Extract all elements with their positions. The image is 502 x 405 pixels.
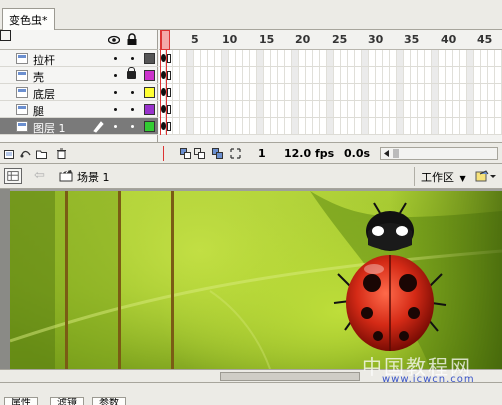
center-frame-marker[interactable]: [163, 146, 164, 161]
layer-name[interactable]: 图层 1: [33, 120, 66, 136]
trash-icon[interactable]: [56, 148, 67, 159]
frame-number: 5: [191, 33, 199, 46]
timeline-panel: 拉杆壳底层腿图层 1 151015202530354045: [0, 30, 502, 143]
frame-number: 30: [368, 33, 384, 46]
back-arrow-icon[interactable]: ⇦: [34, 168, 45, 183]
pencil-icon: [93, 121, 104, 133]
document-tab[interactable]: 变色虫*: [2, 8, 55, 30]
layer-row[interactable]: 图层 1: [0, 118, 158, 135]
playhead-handle[interactable]: [161, 30, 170, 50]
new-folder-icon[interactable]: [36, 148, 47, 159]
bottom-panel-tabs: 属性 滤镜 参数: [0, 382, 502, 405]
keyframe-end[interactable]: [167, 122, 171, 131]
tab-parameters[interactable]: 参数: [92, 397, 126, 405]
new-layer-icon[interactable]: [4, 148, 15, 159]
frame-row[interactable]: [159, 118, 502, 135]
visibility-toggle[interactable]: [114, 125, 117, 128]
frame-number: 35: [404, 33, 420, 46]
frame-number: 20: [295, 33, 311, 46]
frame-row[interactable]: [159, 101, 502, 118]
layer-icon: [16, 121, 28, 132]
frame-area: 151015202530354045: [159, 30, 502, 143]
timeline-scroll-thumb[interactable]: [393, 149, 399, 158]
layer-name[interactable]: 拉杆: [33, 52, 55, 68]
keyframe-end[interactable]: [167, 71, 171, 80]
frame-ruler[interactable]: 151015202530354045: [159, 30, 502, 50]
layer-row[interactable]: 底层: [0, 84, 158, 101]
scene-icon: [59, 170, 73, 182]
layer-row[interactable]: 壳: [0, 67, 158, 84]
lock-icon[interactable]: [126, 33, 138, 46]
frame-number: 25: [332, 33, 348, 46]
keyframe-end[interactable]: [167, 54, 171, 63]
tab-properties[interactable]: 属性: [4, 397, 38, 405]
timeline-toggle-icon[interactable]: [4, 168, 22, 184]
lock-icon[interactable]: [127, 67, 136, 79]
workspace-dropdown[interactable]: 工作区 ▼: [414, 167, 472, 186]
layer-row[interactable]: 腿: [0, 101, 158, 118]
lock-toggle[interactable]: [131, 57, 134, 60]
keyframe-end[interactable]: [167, 105, 171, 114]
visibility-toggle[interactable]: [114, 74, 117, 77]
frame-number: 15: [259, 33, 275, 46]
outline-color-swatch[interactable]: [144, 104, 155, 115]
scene-label[interactable]: 场景 1: [77, 169, 110, 185]
frame-row[interactable]: [159, 67, 502, 84]
frame-number: 45: [477, 33, 493, 46]
layer-name[interactable]: 腿: [33, 103, 44, 119]
stage-edge: [0, 189, 10, 382]
current-frame: 1: [258, 147, 266, 160]
visibility-toggle[interactable]: [114, 91, 117, 94]
eye-icon[interactable]: [108, 33, 120, 46]
modify-onion-markers-icon[interactable]: [230, 148, 241, 159]
frame-row[interactable]: [159, 50, 502, 67]
outline-color-swatch[interactable]: [144, 53, 155, 64]
visibility-toggle[interactable]: [114, 108, 117, 111]
frame-row[interactable]: [159, 84, 502, 101]
playhead[interactable]: [160, 30, 170, 135]
chevron-down-icon: ▼: [459, 174, 466, 183]
keyframe-end[interactable]: [167, 88, 171, 97]
edit-symbols-icon[interactable]: [474, 168, 496, 185]
lock-toggle[interactable]: [131, 108, 134, 111]
timeline-toolbar: 1 12.0 fps 0.0s: [0, 142, 502, 164]
timeline-scrollbar[interactable]: [380, 147, 498, 160]
outline-color-swatch[interactable]: [144, 121, 155, 132]
outline-color-swatch[interactable]: [144, 70, 155, 81]
layer-name[interactable]: 底层: [33, 86, 55, 102]
frame-number: 10: [222, 33, 238, 46]
tab-filters[interactable]: 滤镜: [50, 397, 84, 405]
document-tab-strip: 变色虫*: [0, 0, 502, 30]
stage-scroll-thumb[interactable]: [220, 372, 360, 381]
leaf-background-image[interactable]: [10, 191, 502, 369]
edit-multiple-frames-icon[interactable]: [212, 148, 223, 159]
scroll-left-icon[interactable]: [382, 149, 391, 158]
elapsed-time: 0.0s: [344, 147, 371, 160]
layer-icon: [16, 104, 28, 115]
layer-icon: [16, 53, 28, 64]
layer-name[interactable]: 壳: [33, 69, 44, 85]
add-motion-guide-icon[interactable]: [20, 148, 31, 159]
lock-toggle[interactable]: [131, 91, 134, 94]
edit-bar: ⇦ 场景 1 工作区 ▼: [0, 164, 502, 189]
workspace-label: 工作区: [421, 171, 454, 184]
visibility-toggle[interactable]: [114, 57, 117, 60]
lock-toggle[interactable]: [131, 125, 134, 128]
frame-rate[interactable]: 12.0 fps: [284, 147, 334, 160]
frame-grid[interactable]: [159, 50, 502, 135]
onion-outline-icon[interactable]: [194, 148, 205, 159]
onion-skin-icon[interactable]: [180, 148, 191, 159]
frame-number: 40: [441, 33, 457, 46]
layer-header: [0, 30, 158, 50]
layer-list: 拉杆壳底层腿图层 1: [0, 30, 158, 143]
layer-row[interactable]: 拉杆: [0, 50, 158, 67]
layer-icon: [16, 70, 28, 81]
layer-icon: [16, 87, 28, 98]
outline-color-swatch[interactable]: [144, 87, 155, 98]
outline-square-icon[interactable]: [0, 30, 11, 41]
